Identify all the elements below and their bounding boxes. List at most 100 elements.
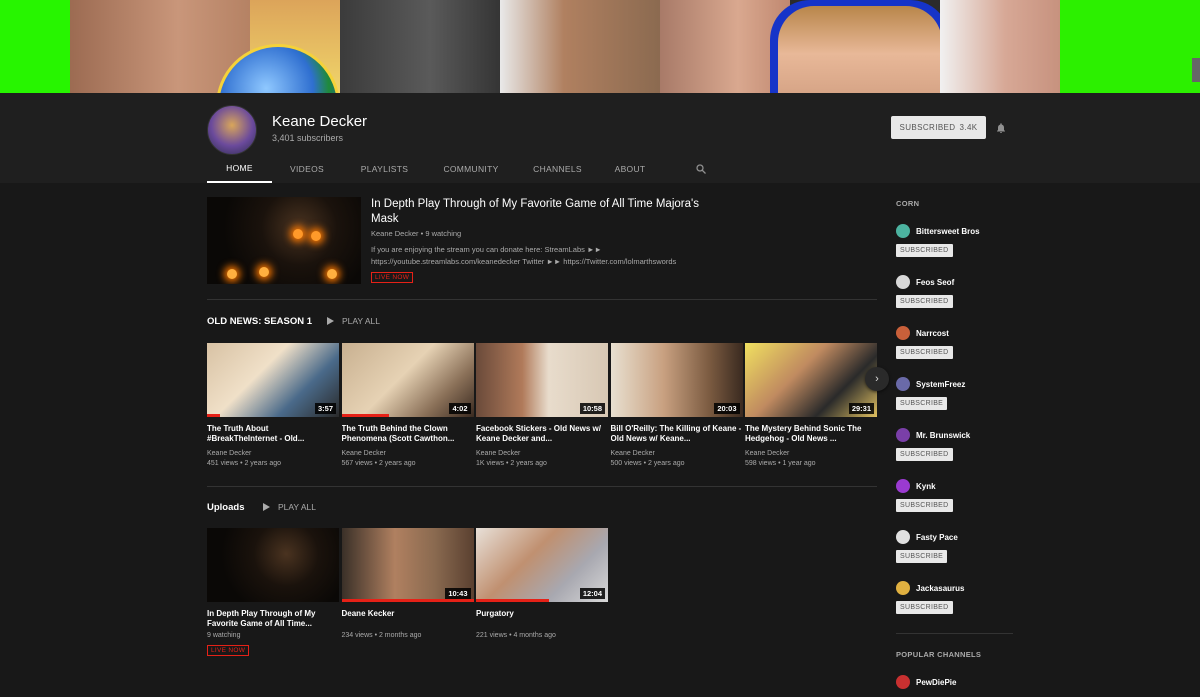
video-card[interactable]: 10:58 Facebook Stickers - Old News w/ Kea… [476,343,608,467]
channel-avatar-icon[interactable] [896,479,910,493]
channel-avatar[interactable] [207,105,257,155]
section-title-uploads[interactable]: Uploads [207,502,244,513]
sidebar-heading: CORN [896,199,920,208]
video-card[interactable]: 10:43 Deane Kecker 234 views • 2 months ag… [341,528,474,639]
sidebar-channel-name[interactable]: Fasty Pace [916,533,958,542]
sidebar-channel-name[interactable]: Bittersweet Bros [916,227,980,236]
sidebar-subscribe-button[interactable]: SUBSCRIBED [896,346,953,359]
channel-avatar-icon[interactable] [896,275,910,289]
channel-avatar-icon[interactable] [896,224,910,238]
video-duration: 10:58 [579,403,605,414]
video-title[interactable]: In Depth Play Through of My Favorite Gam… [207,609,339,629]
video-card[interactable]: 29:31 The Mystery Behind Sonic The Hedgeh… [745,343,877,467]
sidebar-channel-name[interactable]: Mr. Brunswick [916,431,970,440]
tab-community[interactable]: COMMUNITY [427,155,515,183]
video-thumbnail[interactable]: 4:02 [341,343,474,417]
featured-meta: Keane Decker • 9 watching [371,229,462,238]
watch-progress-bar [207,414,221,417]
search-icon[interactable] [695,163,707,175]
video-thumbnail[interactable]: 12:04 [476,528,608,602]
sidebar-subscribe-button[interactable]: SUBSCRIBED [896,244,953,257]
play-all-button[interactable]: PLAY ALL [327,316,380,326]
video-stats: 567 views • 2 years ago [341,460,416,467]
sidebar-channel-name[interactable]: Kynk [916,482,936,491]
video-channel[interactable]: Keane Decker [207,450,339,457]
video-title[interactable]: The Truth Behind the Clown Phenomena (Sc… [342,424,474,444]
video-card[interactable]: 12:04 Purgatory 221 views • 4 months ago [476,528,608,639]
live-now-badge: LIVE NOW [371,272,414,283]
video-stats: 500 views • 2 years ago [610,460,685,467]
tab-videos[interactable]: VIDEOS [272,155,342,183]
video-stats: 1K views • 2 years ago [476,460,547,467]
video-card[interactable]: 20:03 Bill O'Reilly: The Killing of Keane… [610,343,743,467]
play-all-button[interactable]: PLAY ALL [263,502,316,512]
video-card[interactable]: 4:02 The Truth Behind the Clown Phenomena… [341,343,474,467]
subscribe-button[interactable]: SUBSCRIBED 3.4K [891,116,986,139]
sidebar-channel-item[interactable]: Fasty Pace SUBSCRIBE [896,530,1013,563]
subscribe-button-label: SUBSCRIBED [899,123,956,132]
tab-home[interactable]: HOME [207,155,272,183]
video-stats: 9 watching [207,632,241,639]
video-thumbnail[interactable]: 29:31 [745,343,877,417]
video-thumbnail[interactable]: 3:57 [207,343,339,417]
video-channel[interactable]: Keane Decker [611,450,743,457]
sidebar-subscribe-button[interactable]: SUBSCRIBED [896,295,953,308]
scrollbar[interactable] [1192,58,1200,82]
video-channel[interactable]: Keane Decker [342,450,474,457]
featured-channel[interactable]: Keane Decker [371,229,419,238]
sidebar-channel-name[interactable]: Narrcost [916,329,949,338]
channel-avatar-icon[interactable] [896,377,910,391]
tab-channels[interactable]: CHANNELS [515,155,600,183]
featured-thumbnail[interactable] [207,197,361,284]
video-title[interactable]: Bill O'Reilly: The Killing of Keane - Ol… [611,424,743,444]
video-thumbnail[interactable]: 10:58 [476,343,608,417]
sidebar-subscribe-button[interactable]: SUBSCRIBE [896,397,948,410]
channel-avatar-icon[interactable] [896,530,910,544]
featured-title[interactable]: In Depth Play Through of My Favorite Gam… [371,197,711,227]
video-thumbnail[interactable]: 10:43 [341,528,474,602]
video-duration: 3:57 [314,403,336,414]
subscribe-button-count: 3.4K [959,123,978,132]
video-channel[interactable]: Keane Decker [476,450,608,457]
video-card[interactable]: 3:57 The Truth About #BreakTheInternet - … [207,343,339,467]
sidebar-channel-item[interactable]: Mr. Brunswick SUBSCRIBED [896,428,1013,461]
sidebar-channel-name[interactable]: Jackasaurus [916,584,964,593]
video-channel[interactable]: Keane Decker [745,450,877,457]
video-title[interactable]: The Mystery Behind Sonic The Hedgehog - … [745,424,877,444]
popular-channel-item[interactable]: PewDiePie [896,675,1013,689]
sidebar-channel-item[interactable]: Bittersweet Bros SUBSCRIBED [896,224,1013,257]
sidebar-channel-name[interactable]: Feos Seof [916,278,954,287]
video-title[interactable]: Facebook Stickers - Old News w/ Keane De… [476,424,608,444]
video-thumbnail[interactable] [207,528,339,602]
video-duration: 12:04 [579,588,605,599]
video-card[interactable]: In Depth Play Through of My Favorite Gam… [207,528,339,657]
video-thumbnail[interactable]: 20:03 [610,343,743,417]
sidebar-channel-item[interactable]: Feos Seof SUBSCRIBED [896,275,1013,308]
video-title[interactable]: Deane Kecker [342,609,474,629]
channel-header: Keane Decker 3,401 subscribers SUBSCRIBE… [0,93,1200,183]
sidebar-subscribe-button[interactable]: SUBSCRIBED [896,601,953,614]
tab-playlists[interactable]: PLAYLISTS [342,155,427,183]
sidebar-channel-item[interactable]: Narrcost SUBSCRIBED [896,326,1013,359]
bell-icon[interactable] [995,122,1007,134]
sidebar-channel-item[interactable]: SystemFreez SUBSCRIBE [896,377,1013,410]
channel-banner [0,0,1200,93]
popular-channel-name[interactable]: PewDiePie [916,678,956,687]
channel-avatar-icon[interactable] [896,326,910,340]
sidebar-subscribe-button[interactable]: SUBSCRIBED [896,448,953,461]
section-title-old-news[interactable]: OLD NEWS: SEASON 1 [207,316,312,327]
sidebar-channel-item[interactable]: Kynk SUBSCRIBED [896,479,1013,512]
sidebar-channel-item[interactable]: Jackasaurus SUBSCRIBED [896,581,1013,614]
play-all-label: PLAY ALL [342,316,380,326]
tab-about[interactable]: ABOUT [600,155,660,183]
sidebar-subscribe-button[interactable]: SUBSCRIBE [896,550,948,563]
channel-avatar-icon[interactable] [896,428,910,442]
video-title[interactable]: The Truth About #BreakTheInternet - Old.… [207,424,339,444]
chevron-right-icon[interactable]: › [865,367,889,391]
video-title[interactable]: Purgatory [476,609,608,629]
channel-name: Keane Decker [272,113,368,130]
sidebar-channel-name[interactable]: SystemFreez [916,380,965,389]
sidebar-subscribe-button[interactable]: SUBSCRIBED [896,499,953,512]
channel-avatar-icon[interactable] [896,675,910,689]
channel-avatar-icon[interactable] [896,581,910,595]
